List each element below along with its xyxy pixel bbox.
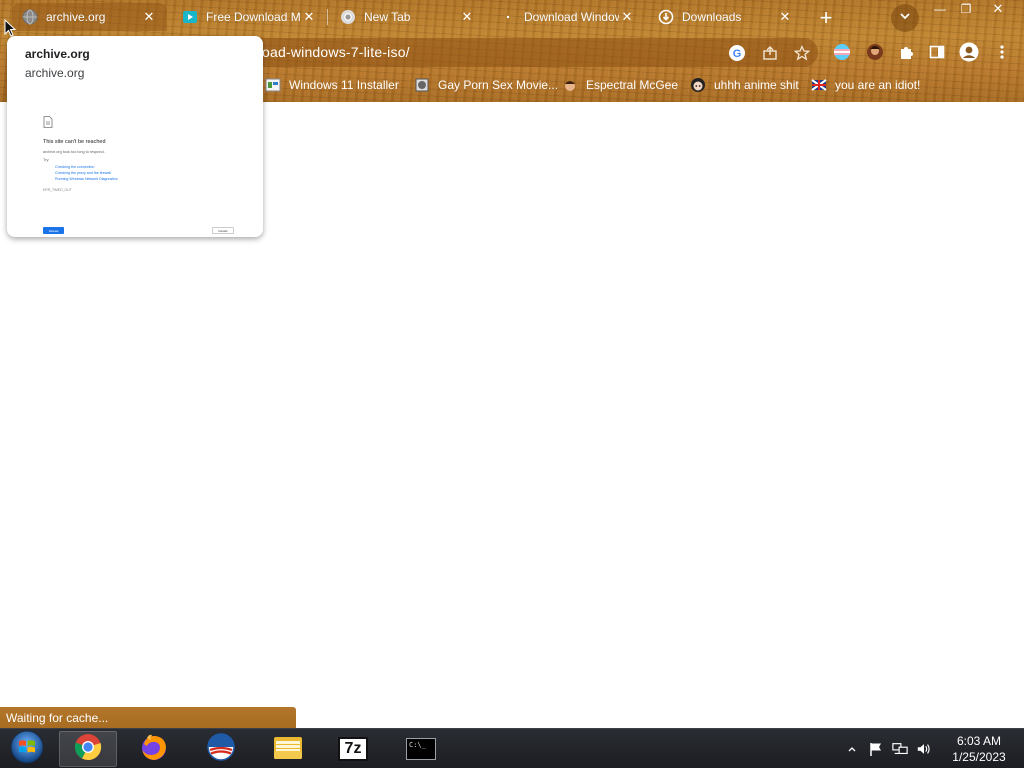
anime-icon [690, 77, 706, 93]
installer-icon [265, 77, 281, 93]
preview-suggestion: Checking the connection [55, 165, 95, 169]
bookmark-label: you are an idiot! [835, 78, 921, 92]
bookmark-globe[interactable]: Gay Porn Sex Movie... [414, 74, 558, 96]
tab-title: Downloads [682, 10, 742, 24]
network-icon[interactable] [892, 741, 908, 757]
profile-avatar-icon[interactable] [958, 41, 980, 63]
tab-new-tab[interactable]: New Tab ✕ [330, 3, 485, 31]
taskbar-firefox[interactable] [125, 731, 183, 767]
start-button[interactable] [0, 730, 54, 768]
bookmark-anime[interactable]: uhhh anime shit [690, 74, 799, 96]
windows-start-icon [10, 730, 44, 768]
bookmark-star-icon[interactable] [792, 43, 812, 63]
taskbar-chrome[interactable] [59, 731, 117, 767]
tab-strip: archive.org ✕ Free Download Ma ✕ New Tab… [0, 0, 1024, 34]
chrome-icon [340, 9, 356, 25]
preview-suggestion: Checking the proxy and the firewall [55, 171, 111, 175]
loading-icon [500, 9, 516, 25]
tab-title: Download Window [524, 10, 619, 24]
hover-card-title: archive.org [25, 47, 90, 61]
show-hidden-icons-chevron-icon[interactable] [844, 741, 860, 757]
video-icon [182, 9, 198, 25]
hover-card-preview: This site can't be reached archive.org t… [7, 96, 263, 237]
terminal-icon: C:\_ [406, 738, 436, 760]
tab-hover-card: archive.org archive.org This site can't … [7, 36, 263, 237]
globe-bookmark-icon [414, 77, 430, 93]
system-clock[interactable]: 6:03 AM 1/25/2023 [940, 733, 1018, 765]
tab-separator [327, 9, 328, 25]
close-icon[interactable]: ✕ [619, 9, 635, 25]
share-icon[interactable] [760, 43, 780, 63]
opera-icon [206, 732, 236, 767]
bookmark-label: Windows 11 Installer [289, 78, 399, 92]
taskbar: 7z C:\_ 6:03 AM 1/25/2023 [0, 728, 1024, 768]
google-lens-icon[interactable]: G [727, 43, 747, 63]
svg-text:G: G [733, 48, 742, 60]
side-panel-icon[interactable] [926, 41, 948, 63]
tab-title: New Tab [364, 10, 411, 24]
new-tab-button[interactable]: + [813, 5, 839, 31]
bookmark-label: Espectral McGee [586, 78, 679, 92]
download-icon [658, 9, 674, 25]
close-icon[interactable]: ✕ [777, 9, 793, 25]
globe-icon [22, 9, 38, 25]
minimize-button[interactable]: — [926, 0, 954, 18]
preview-heading: This site can't be reached [43, 139, 106, 145]
status-bubble: Waiting for cache... [0, 707, 296, 728]
preview-try: Try: [43, 158, 50, 162]
clock-time: 6:03 AM [956, 734, 1002, 748]
trans-flag-extension-icon[interactable] [831, 41, 853, 63]
preview-suggestion: Running Windows Network Diagnostics [55, 177, 118, 181]
preview-error-code: ERR_TIMED_OUT [43, 188, 72, 192]
flag-icon [811, 77, 827, 93]
tab-download-windows[interactable]: Download Window ✕ [490, 3, 645, 31]
tab-title: archive.org [46, 10, 106, 24]
document-error-icon [43, 115, 53, 133]
tab-downloads[interactable]: Downloads ✕ [648, 3, 803, 31]
volume-icon[interactable] [916, 741, 932, 757]
face-icon [562, 77, 578, 93]
extensions-puzzle-icon[interactable] [895, 41, 917, 63]
mouse-cursor-icon [4, 18, 17, 42]
taskbar-7zip[interactable]: 7z [324, 731, 382, 767]
taskbar-file-explorer[interactable] [259, 731, 317, 767]
close-icon[interactable]: ✕ [301, 9, 317, 25]
preview-message: archive.org took too long to respond. [43, 150, 105, 154]
7zip-icon: 7z [338, 737, 368, 761]
folder-icon [272, 732, 304, 767]
tab-free-download[interactable]: Free Download Ma ✕ [172, 3, 327, 31]
chrome-icon [74, 733, 102, 766]
profile-extension-icon[interactable] [864, 41, 886, 63]
restore-button[interactable]: ❐ [952, 0, 980, 18]
bookmark-label: uhhh anime shit [714, 78, 799, 92]
taskbar-command-prompt[interactable]: C:\_ [392, 731, 450, 767]
firefox-icon [139, 732, 169, 767]
taskbar-opera[interactable] [192, 731, 250, 767]
preview-reload-button: Reload [43, 227, 64, 234]
bookmark-windows-11-installer[interactable]: Windows 11 Installer [265, 74, 399, 96]
action-center-flag-icon[interactable] [868, 741, 884, 757]
close-icon[interactable]: ✕ [459, 9, 475, 25]
tab-archive[interactable]: archive.org ✕ [12, 3, 167, 31]
close-icon[interactable]: ✕ [141, 9, 157, 25]
bookmark-you-are-an-idiot[interactable]: you are an idiot! [811, 74, 920, 96]
window-close-button[interactable]: ✕ [982, 0, 1014, 18]
chevron-down-icon [899, 9, 911, 27]
clock-date: 1/25/2023 [952, 750, 1006, 764]
preview-details-button: Details [212, 227, 234, 234]
bookmark-espectral-mcgee[interactable]: Espectral McGee [562, 74, 678, 96]
address-bar[interactable]: oad-windows-7-lite-iso/ G [200, 38, 818, 67]
url-text[interactable]: oad-windows-7-lite-iso/ [262, 44, 410, 60]
hover-card-domain: archive.org [25, 66, 85, 80]
tab-search-button[interactable] [891, 4, 919, 32]
bookmark-label: Gay Porn Sex Movie... [438, 78, 559, 92]
menu-kebab-icon[interactable] [991, 41, 1013, 63]
tab-title: Free Download Ma [206, 10, 301, 24]
